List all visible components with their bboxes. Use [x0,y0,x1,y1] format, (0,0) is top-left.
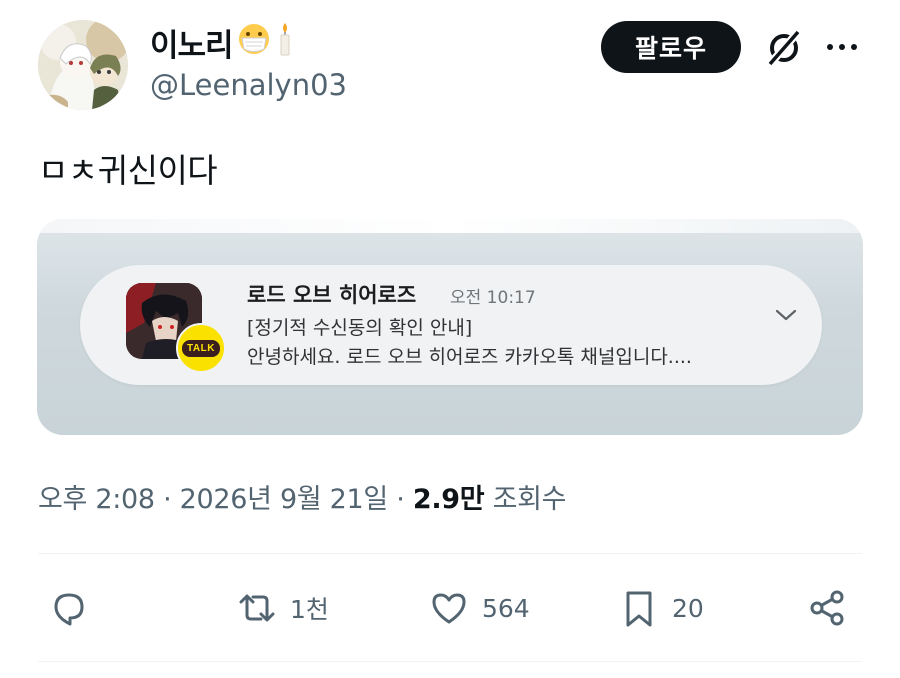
kakaotalk-badge: TALK [176,323,226,373]
notification-app-name: 로드 오브 히어로즈 [247,283,417,307]
heart-icon [432,593,466,624]
retweet-icon [239,594,275,622]
reply-icon [54,593,84,626]
follow-button[interactable]: 팔로우 [601,21,741,73]
like-button[interactable]: 564 [428,584,530,632]
display-name[interactable]: 이노리 [150,20,295,65]
retweet-count: 1천 [290,595,329,624]
reply-button[interactable] [48,584,90,632]
tweet-meta: 오후 2:08 · 2026년 9월 21일 · 2.9만 조회수 [38,477,567,516]
views-label: 조회수 [484,484,567,515]
retweet-button[interactable]: 1천 [236,584,329,632]
share-icon [810,590,844,626]
share-button[interactable] [806,584,848,632]
divider [38,553,862,554]
bookmark-count: 20 [672,593,704,623]
notification-card: TALK 로드 오브 히어로즈 오전 10:17 [정기적 수신동의 확인 안내… [80,265,822,385]
more-options-icon[interactable] [824,35,860,59]
kakaotalk-badge-label: TALK [182,339,220,357]
notification-line-2: 안녕하세요. 로드 오브 히어로즈 카카오톡 채널입니다.... [247,346,692,368]
bookmark-icon [626,591,652,627]
avatar-illustration [38,20,128,110]
divider-bottom [38,661,862,662]
views-count: 2.9만 [412,484,485,515]
chevron-down-icon [775,309,797,321]
avatar[interactable] [38,20,128,110]
user-handle[interactable]: @Leenalyn03 [150,68,347,102]
tweet-text: ㅁㅊ귀신이다 [38,151,218,190]
display-name-text: 이노리 [150,28,234,64]
notification-time: 오전 10:17 [450,288,536,308]
mask-emoji-icon [237,22,271,64]
candle-emoji-icon [275,21,295,65]
tweet-timestamp[interactable]: 오후 2:08 · 2026년 9월 21일 · [38,484,413,515]
notification-line-1: [정기적 수신동의 확인 안내] [247,317,473,339]
like-count: 564 [482,593,530,623]
grok-icon[interactable] [764,28,804,68]
tweet-media-image[interactable]: TALK 로드 오브 히어로즈 오전 10:17 [정기적 수신동의 확인 안내… [37,219,863,435]
bookmark-button[interactable]: 20 [618,584,704,632]
